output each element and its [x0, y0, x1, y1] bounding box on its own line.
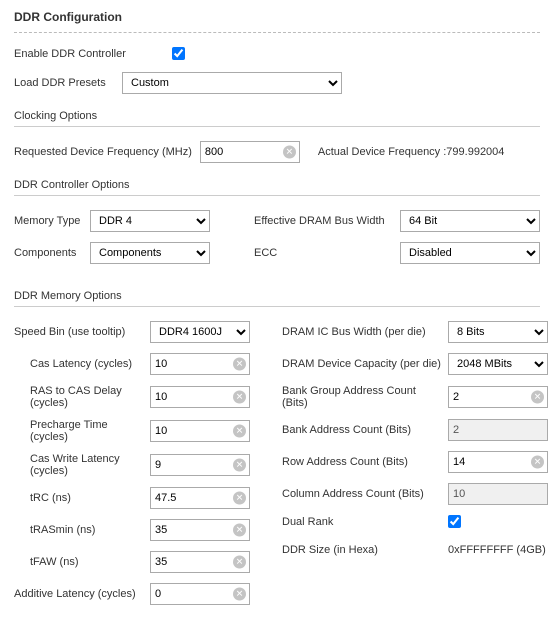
section-controller-title: DDR Controller Options	[14, 179, 540, 191]
bus-width-label: Effective DRAM Bus Width	[254, 215, 394, 227]
clear-icon[interactable]: ✕	[531, 456, 544, 469]
additive-latency-label: Additive Latency (cycles)	[14, 588, 144, 600]
components-label: Components	[14, 247, 84, 259]
cas-latency-label: Cas Latency (cycles)	[30, 358, 144, 370]
ras-cas-label: RAS to CAS Delay (cycles)	[30, 385, 144, 409]
dram-capacity-label: DRAM Device Capacity (per die)	[282, 358, 442, 370]
ecc-select[interactable]: Disabled	[400, 242, 540, 264]
clear-icon[interactable]: ✕	[531, 391, 544, 404]
dual-rank-checkbox[interactable]	[448, 515, 461, 528]
bus-width-select[interactable]: 64 Bit	[400, 210, 540, 232]
section-clocking-title: Clocking Options	[14, 110, 540, 122]
trasmin-label: tRASmin (ns)	[30, 524, 144, 536]
clear-icon[interactable]: ✕	[233, 425, 246, 438]
speed-bin-label: Speed Bin (use tooltip)	[14, 326, 144, 338]
memory-type-select[interactable]: DDR 4	[90, 210, 210, 232]
dual-rank-label: Dual Rank	[282, 516, 442, 528]
clear-icon[interactable]: ✕	[233, 524, 246, 537]
bank-addr-label: Bank Address Count (Bits)	[282, 424, 442, 436]
clear-icon[interactable]: ✕	[233, 391, 246, 404]
trc-label: tRC (ns)	[30, 492, 144, 504]
req-freq-label: Requested Device Frequency (MHz)	[14, 146, 192, 158]
load-presets-label: Load DDR Presets	[14, 77, 114, 89]
ecc-label: ECC	[254, 247, 394, 259]
panel-title: DDR Configuration	[14, 10, 540, 32]
ddr-size-value: 0xFFFFFFFF (4GB)	[448, 544, 546, 556]
section-memory-rule	[14, 306, 540, 307]
clear-icon[interactable]: ✕	[233, 588, 246, 601]
col-addr-input	[448, 483, 548, 505]
speed-bin-select[interactable]: DDR4 1600J	[150, 321, 250, 343]
components-select[interactable]: Components	[90, 242, 210, 264]
clear-icon[interactable]: ✕	[283, 146, 296, 159]
col-addr-label: Column Address Count (Bits)	[282, 488, 442, 500]
section-memory-title: DDR Memory Options	[14, 290, 540, 302]
ic-bus-width-label: DRAM IC Bus Width (per die)	[282, 326, 442, 338]
clear-icon[interactable]: ✕	[233, 459, 246, 472]
actual-freq-label: Actual Device Frequency :799.992004	[318, 146, 505, 158]
ic-bus-width-select[interactable]: 8 Bits	[448, 321, 548, 343]
bank-group-label: Bank Group Address Count (Bits)	[282, 385, 442, 409]
clear-icon[interactable]: ✕	[233, 358, 246, 371]
cas-write-label: Cas Write Latency (cycles)	[30, 453, 144, 477]
section-clocking-rule	[14, 126, 540, 127]
bank-addr-input	[448, 419, 548, 441]
ddr-size-label: DDR Size (in Hexa)	[282, 544, 442, 556]
enable-ddr-checkbox[interactable]	[172, 47, 185, 60]
divider-dashed	[14, 32, 540, 33]
enable-ddr-label: Enable DDR Controller	[14, 48, 164, 60]
precharge-label: Precharge Time (cycles)	[30, 419, 144, 443]
clear-icon[interactable]: ✕	[233, 556, 246, 569]
row-addr-label: Row Address Count (Bits)	[282, 456, 442, 468]
section-controller-rule	[14, 195, 540, 196]
memory-type-label: Memory Type	[14, 215, 84, 227]
dram-capacity-select[interactable]: 2048 MBits	[448, 353, 548, 375]
load-presets-select[interactable]: Custom	[122, 72, 342, 94]
clear-icon[interactable]: ✕	[233, 492, 246, 505]
tfaw-label: tFAW (ns)	[30, 556, 144, 568]
